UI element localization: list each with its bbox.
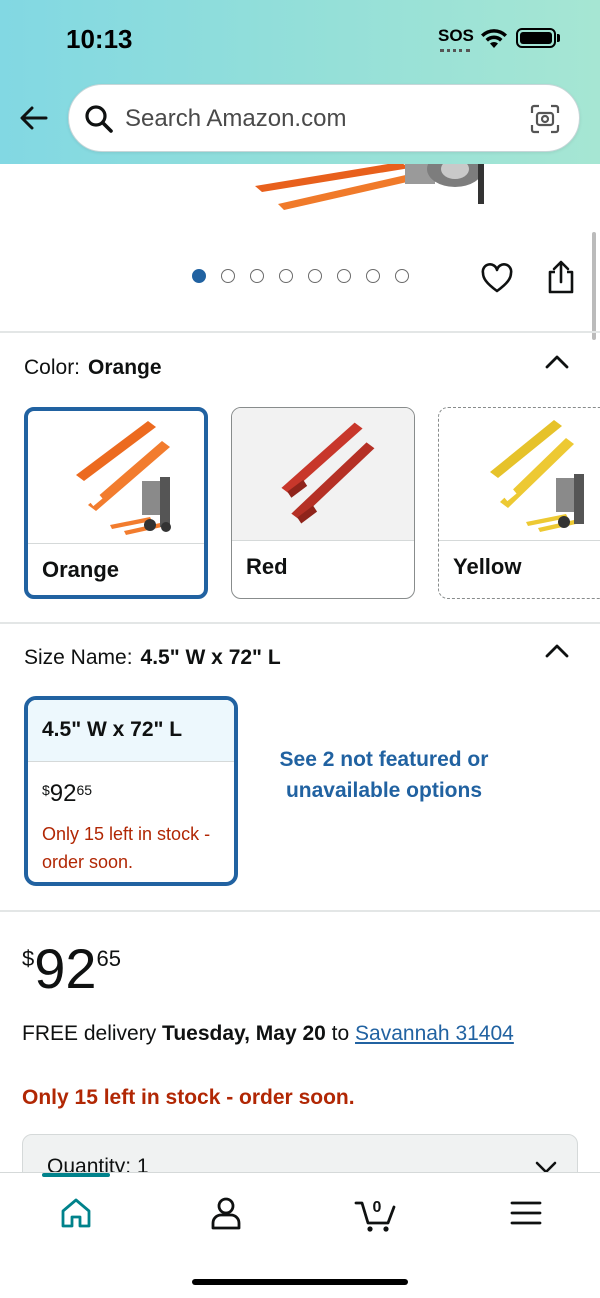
swatch-label: Yellow xyxy=(453,554,522,579)
swatch-separator xyxy=(28,543,204,544)
sos-indicator: SOS xyxy=(438,26,474,45)
product-price: $9265 xyxy=(22,936,121,1001)
delivery-location-link[interactable]: Savannah 31404 xyxy=(355,1022,514,1045)
carousel-dot[interactable] xyxy=(221,269,235,283)
battery-icon xyxy=(516,28,556,48)
section-divider xyxy=(0,622,600,624)
collapse-chevron-up-icon[interactable] xyxy=(544,643,570,659)
account-icon[interactable] xyxy=(206,1193,246,1233)
collapse-chevron-up-icon[interactable] xyxy=(544,354,570,370)
camera-search-icon[interactable] xyxy=(529,103,561,135)
wifi-icon xyxy=(481,29,507,48)
back-arrow-icon[interactable] xyxy=(16,100,52,136)
status-time: 10:13 xyxy=(66,24,133,54)
size-price-fraction: 65 xyxy=(76,782,93,798)
delivery-info: FREE delivery Tuesday, May 20 to Savanna… xyxy=(22,1022,514,1046)
size-price-currency: $ xyxy=(42,782,50,798)
carousel-dot[interactable] xyxy=(192,269,206,283)
swatch-separator xyxy=(439,540,600,541)
forklift-extension-image xyxy=(255,164,484,210)
swatch-label: Orange xyxy=(42,557,120,582)
wishlist-heart-icon[interactable] xyxy=(480,262,514,296)
size-option-price: $9265 xyxy=(42,780,92,808)
home-icon[interactable] xyxy=(56,1193,96,1233)
menu-icon[interactable] xyxy=(506,1193,546,1233)
search-bar[interactable] xyxy=(68,84,580,152)
carousel-dot[interactable] xyxy=(395,269,409,283)
carousel-dot[interactable] xyxy=(366,269,380,283)
bottom-navigation: 0 xyxy=(0,1172,600,1298)
cart-count: 0 xyxy=(373,1199,382,1216)
delivery-prefix: FREE delivery xyxy=(22,1022,163,1045)
carousel-dot[interactable] xyxy=(279,269,293,283)
home-indicator xyxy=(192,1279,408,1285)
section-divider xyxy=(0,331,600,333)
swatch-label: Red xyxy=(246,554,288,579)
size-option-stock: Only 15 left in stock - order soon. xyxy=(42,824,211,872)
size-label: Size Name: 4.5" W x 72" L xyxy=(24,646,281,670)
product-image[interactable] xyxy=(0,164,600,224)
color-selected-value: Orange xyxy=(88,356,162,379)
color-swatch-yellow[interactable]: Yellow xyxy=(438,407,600,599)
carousel-dot[interactable] xyxy=(250,269,264,283)
price-fraction: 65 xyxy=(96,946,122,971)
see-unavailable-options-link[interactable]: See 2 not featured or unavailable option… xyxy=(268,744,500,806)
share-icon[interactable] xyxy=(544,258,578,296)
carousel-dot[interactable] xyxy=(337,269,351,283)
carousel-dot[interactable] xyxy=(308,269,322,283)
app-header: 10:13 SOS xyxy=(0,0,600,164)
size-label-text: Size Name: xyxy=(24,646,133,669)
active-tab-indicator xyxy=(42,1173,110,1177)
delivery-to: to xyxy=(325,1022,356,1045)
size-option-card[interactable]: 4.5" W x 72" L $9265 Only 15 left in sto… xyxy=(24,696,238,886)
price-currency: $ xyxy=(22,946,35,971)
search-icon xyxy=(85,105,113,133)
color-swatch-red[interactable]: Red xyxy=(231,407,415,599)
scroll-indicator xyxy=(592,232,596,340)
image-carousel-dots[interactable] xyxy=(192,269,409,283)
size-price-whole: 92 xyxy=(49,780,77,807)
size-option-name: 4.5" W x 72" L xyxy=(42,718,183,741)
size-option-header: 4.5" W x 72" L xyxy=(28,700,234,762)
orange-swatch-image xyxy=(76,421,171,535)
red-swatch-image xyxy=(232,408,414,540)
color-label: Color: Orange xyxy=(24,356,162,380)
price-whole: 92 xyxy=(34,937,97,1000)
search-input[interactable] xyxy=(125,101,505,137)
delivery-date: Tuesday, May 20 xyxy=(162,1022,326,1045)
signal-dots xyxy=(440,49,470,52)
swatch-separator xyxy=(232,540,414,541)
section-divider xyxy=(0,910,600,912)
color-swatch-orange[interactable]: Orange xyxy=(24,407,208,599)
yellow-swatch-image xyxy=(490,420,584,532)
status-bar: 10:13 SOS xyxy=(0,0,600,80)
cart-icon[interactable]: 0 xyxy=(354,1193,398,1233)
battery-tip xyxy=(557,34,560,42)
size-selected-value: 4.5" W x 72" L xyxy=(140,646,281,669)
color-label-text: Color: xyxy=(24,356,81,379)
stock-message: Only 15 left in stock - order soon. xyxy=(22,1086,355,1109)
